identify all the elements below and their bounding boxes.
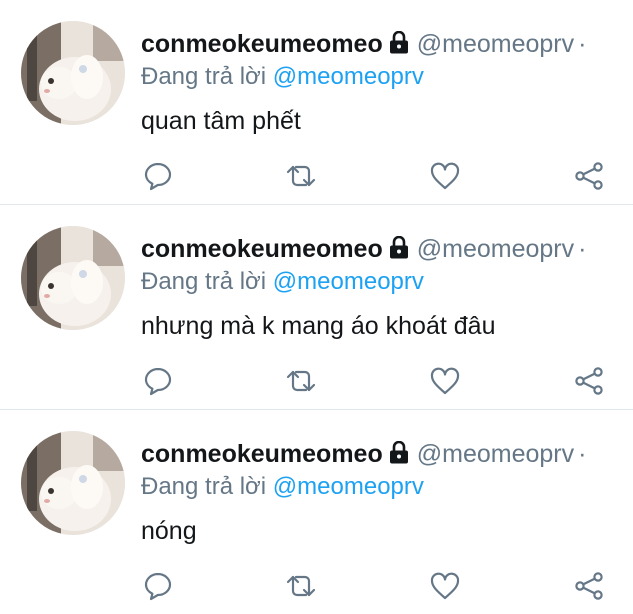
reply-prefix: Đang trả lời [141, 473, 267, 500]
reply-prefix: Đang trả lời [141, 268, 267, 295]
tweet[interactable]: conmeokeumeomeo @meomeoprv · Đang trả lời … [0, 0, 633, 204]
retweet-icon [286, 370, 316, 392]
share-button[interactable] [569, 361, 609, 401]
retweet-icon [286, 575, 316, 597]
tweet-actions [0, 156, 633, 196]
share-button[interactable] [569, 566, 609, 606]
separator-dot: · [578, 30, 587, 58]
reply-icon [144, 572, 172, 601]
heart-icon [430, 572, 460, 600]
reply-icon [144, 367, 172, 396]
like-button[interactable] [425, 156, 465, 196]
heart-icon [430, 162, 460, 190]
retweet-button[interactable] [281, 361, 321, 401]
lock-icon [389, 437, 409, 473]
tweet-actions [0, 566, 633, 606]
handle[interactable]: @meomeoprv [417, 440, 574, 468]
reply-context: Đang trả lời @meomeoprv [141, 61, 424, 93]
tweet-text: nóng [141, 517, 197, 545]
tweet-text: quan tâm phết [141, 107, 301, 135]
lock-icon [389, 232, 409, 268]
share-icon [575, 367, 603, 395]
avatar[interactable] [21, 226, 125, 330]
reply-context: Đang trả lời @meomeoprv [141, 266, 424, 298]
tweet-actions [0, 361, 633, 401]
like-button[interactable] [425, 566, 465, 606]
like-button[interactable] [425, 361, 465, 401]
tweet-text: nhưng mà k mang áo khoát đâu [141, 312, 496, 340]
reply-mention-link[interactable]: @meomeoprv [273, 473, 424, 500]
share-button[interactable] [569, 156, 609, 196]
avatar[interactable] [21, 21, 125, 125]
tweet-header: conmeokeumeomeo @meomeoprv · [141, 230, 633, 268]
handle[interactable]: @meomeoprv [417, 235, 574, 263]
avatar-image [21, 21, 125, 125]
reply-prefix: Đang trả lời [141, 63, 267, 90]
avatar[interactable] [21, 431, 125, 535]
share-icon [575, 572, 603, 600]
tweet[interactable]: conmeokeumeomeo @meomeoprv · Đang trả lời … [0, 205, 633, 409]
retweet-button[interactable] [281, 566, 321, 606]
display-name[interactable]: conmeokeumeomeo [141, 30, 383, 58]
tweet-header: conmeokeumeomeo @meomeoprv · [141, 435, 633, 473]
avatar-image [21, 226, 125, 330]
tweet-header: conmeokeumeomeo @meomeoprv · [141, 25, 633, 63]
reply-button[interactable] [138, 156, 178, 196]
retweet-icon [286, 165, 316, 187]
avatar-image [21, 431, 125, 535]
separator-dot: · [578, 235, 587, 263]
display-name[interactable]: conmeokeumeomeo [141, 235, 383, 263]
tweet[interactable]: conmeokeumeomeo @meomeoprv · Đang trả lời … [0, 410, 633, 614]
lock-icon [389, 27, 409, 63]
reply-button[interactable] [138, 566, 178, 606]
reply-mention-link[interactable]: @meomeoprv [273, 268, 424, 295]
retweet-button[interactable] [281, 156, 321, 196]
handle[interactable]: @meomeoprv [417, 30, 574, 58]
share-icon [575, 162, 603, 190]
separator-dot: · [578, 440, 587, 468]
heart-icon [430, 367, 460, 395]
reply-context: Đang trả lời @meomeoprv [141, 471, 424, 503]
reply-button[interactable] [138, 361, 178, 401]
reply-icon [144, 162, 172, 191]
reply-mention-link[interactable]: @meomeoprv [273, 63, 424, 90]
display-name[interactable]: conmeokeumeomeo [141, 440, 383, 468]
